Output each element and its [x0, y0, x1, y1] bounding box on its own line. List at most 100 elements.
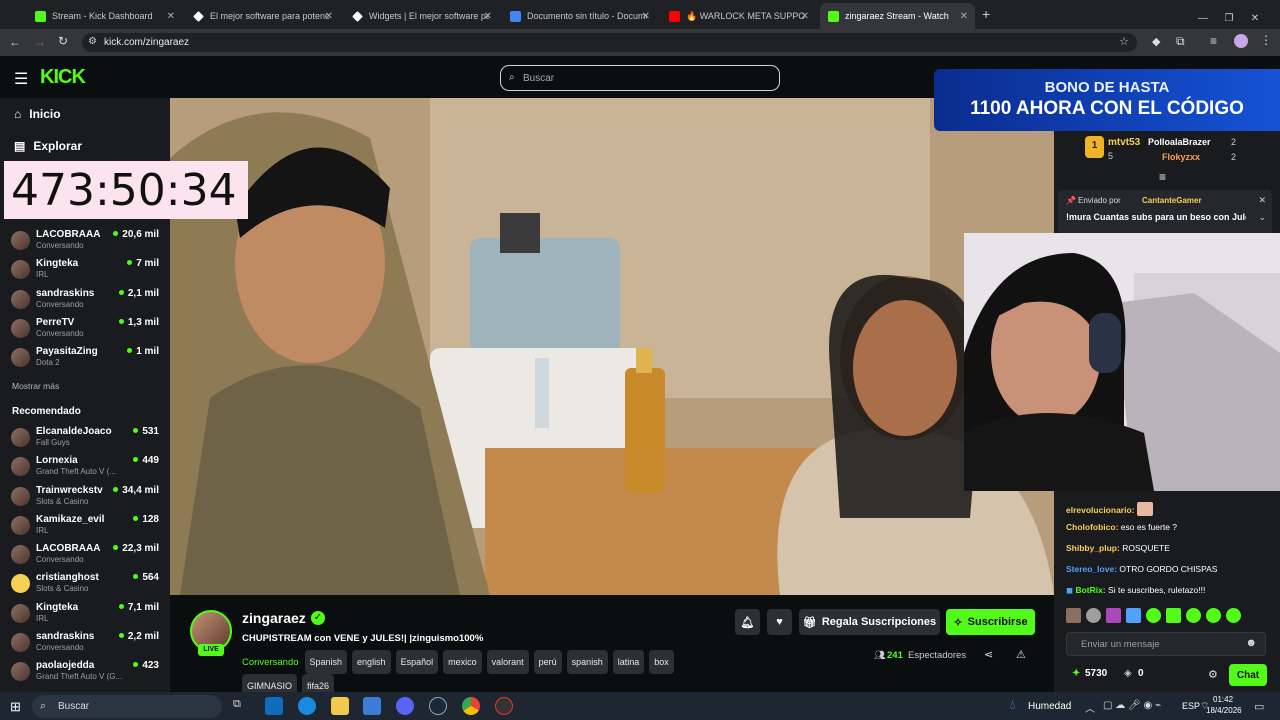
- tag[interactable]: spanish: [566, 650, 608, 674]
- unpin-icon[interactable]: ✕: [1258, 195, 1266, 206]
- maximize-icon[interactable]: ❐: [1216, 13, 1242, 24]
- report-warning-icon[interactable]: ⚠: [1016, 648, 1026, 661]
- kicks-count[interactable]: 0: [1138, 668, 1144, 679]
- tag[interactable]: latina: [612, 650, 645, 674]
- new-tab-icon[interactable]: +: [982, 6, 990, 22]
- sidebar-channel[interactable]: Lornexia Grand Theft Auto V (... 449: [11, 455, 161, 483]
- browser-tab[interactable]: Widgets | El mejor software par ✕: [344, 3, 499, 29]
- category-link[interactable]: Conversando: [242, 657, 299, 668]
- store-app-icon[interactable]: [363, 697, 381, 715]
- task-view-icon[interactable]: ⧉: [233, 698, 241, 711]
- kick-logo[interactable]: KICK: [40, 66, 86, 89]
- edge-app-icon[interactable]: [298, 697, 316, 715]
- top-gifter-name[interactable]: Flokyzxx: [1162, 152, 1200, 162]
- browser-tab[interactable]: Stream - Kick Dashboard ✕: [27, 3, 182, 29]
- close-window-icon[interactable]: ✕: [1242, 13, 1268, 24]
- tag[interactable]: Español: [395, 650, 439, 674]
- media-control-icon[interactable]: ≡: [1210, 34, 1217, 48]
- sidebar-channel[interactable]: Kamikaze_evil IRL 128: [11, 514, 161, 542]
- show-more-link[interactable]: Mostrar más: [12, 381, 59, 391]
- extension-icon[interactable]: ◆: [1152, 35, 1160, 48]
- close-tab-icon[interactable]: ✕: [801, 11, 809, 22]
- extensions-puzzle-icon[interactable]: ⧉: [1176, 34, 1185, 49]
- sidebar-channel[interactable]: LACOBRAAA Conversando 20,6 mil: [11, 229, 161, 257]
- emoji-picker-icon[interactable]: ☻: [1245, 637, 1257, 649]
- obs-app-icon[interactable]: [495, 697, 513, 715]
- back-icon[interactable]: ←: [9, 35, 21, 49]
- emote-icon[interactable]: [1086, 608, 1101, 623]
- language-indicator[interactable]: ESP: [1182, 701, 1200, 711]
- close-tab-icon[interactable]: ✕: [325, 11, 333, 22]
- video-player[interactable]: [170, 98, 1054, 595]
- chat-message-input[interactable]: Enviar un mensaje ☻: [1066, 632, 1266, 656]
- nav-explore[interactable]: ▤ Explorar: [14, 139, 82, 153]
- chat-settings-gear-icon[interactable]: ⚙: [1208, 668, 1218, 681]
- notification-center-icon[interactable]: ▭: [1254, 700, 1264, 713]
- sidebar-channel[interactable]: Kingteka IRL 7,1 mil: [11, 602, 161, 630]
- reload-icon[interactable]: ↻: [58, 34, 68, 48]
- outlook-app-icon[interactable]: [265, 697, 283, 715]
- chevron-down-icon[interactable]: ⌄: [1258, 212, 1266, 223]
- browser-tab[interactable]: El mejor software para potencia ✕: [185, 3, 340, 29]
- system-tray-icons[interactable]: ▢ ☁ 🎤︎ ◉ ⌁: [1103, 700, 1161, 711]
- emote-icon[interactable]: [1126, 608, 1141, 623]
- close-tab-icon[interactable]: ✕: [642, 11, 650, 22]
- tag[interactable]: mexico: [443, 650, 482, 674]
- browser-tab-active[interactable]: zingaraez Stream - Watch L ✕: [820, 3, 975, 29]
- channel-points[interactable]: 5730: [1085, 668, 1107, 679]
- emote-icon[interactable]: [1186, 608, 1201, 623]
- sidebar-channel[interactable]: paolaojedda Grand Theft Auto V (G... 423: [11, 660, 161, 688]
- emote-icon[interactable]: [1166, 608, 1181, 623]
- tag[interactable]: box: [649, 650, 674, 674]
- nav-home[interactable]: ⌂ Inicio: [14, 107, 61, 121]
- discord-app-icon[interactable]: [396, 697, 414, 715]
- forward-icon[interactable]: →: [34, 35, 46, 49]
- hamburger-menu-icon[interactable]: ☰: [14, 69, 28, 89]
- tag[interactable]: Spanish: [304, 650, 348, 674]
- tag[interactable]: perú: [533, 650, 562, 674]
- sidebar-channel[interactable]: LACOBRAAA Conversando 22,3 mil: [11, 543, 161, 571]
- emote-icon[interactable]: [1106, 608, 1121, 623]
- close-tab-icon[interactable]: ✕: [167, 11, 175, 22]
- weather-text[interactable]: Humedad: [1028, 701, 1071, 712]
- bookmark-star-icon[interactable]: ☆: [1119, 35, 1129, 48]
- pinned-message[interactable]: 📌 Enviado por CantanteGamer !mura Cuanta…: [1058, 190, 1272, 236]
- top-gifter-name[interactable]: PolloalaBrazer: [1148, 137, 1211, 147]
- taskbar-search[interactable]: ⌕ Buscar: [32, 695, 222, 718]
- share-icon[interactable]: ⋖: [984, 648, 993, 661]
- chevron-up-icon[interactable]: ︿: [1085, 700, 1095, 715]
- address-bar[interactable]: ⚙ kick.com/zingaraez ☆: [82, 33, 1137, 52]
- browser-menu-icon[interactable]: ⋮: [1260, 33, 1272, 47]
- sidebar-channel[interactable]: ElcanaldeJoaco Fall Guys 531: [11, 426, 161, 454]
- sidebar-channel[interactable]: PayasitaZing Dota 21 mil: [11, 346, 161, 374]
- top-gifter-name[interactable]: mtvt53: [1108, 137, 1140, 148]
- windows-start-icon[interactable]: ⊞: [10, 699, 21, 715]
- file-explorer-icon[interactable]: [331, 697, 349, 715]
- sidebar-channel[interactable]: PerreTV Conversando 1,3 mil: [11, 317, 161, 345]
- steam-app-icon[interactable]: [429, 697, 447, 715]
- emote-icon[interactable]: [1226, 608, 1241, 623]
- sidebar-channel[interactable]: Trainwreckstv Slots & Casino 34,4 mil: [11, 485, 161, 513]
- minimize-icon[interactable]: —: [1190, 13, 1216, 24]
- close-tab-icon[interactable]: ✕: [960, 11, 968, 22]
- sidebar-channel[interactable]: cristianghost Slots & Casino 564: [11, 572, 161, 600]
- subscribe-button[interactable]: ✧ Suscribirse: [946, 609, 1035, 635]
- tag[interactable]: english: [352, 650, 391, 674]
- tag[interactable]: valorant: [486, 650, 529, 674]
- search-input[interactable]: ⌕ Buscar: [500, 65, 780, 91]
- sidebar-channel[interactable]: Kingteka IRL 7 mil: [11, 258, 161, 286]
- profile-avatar[interactable]: [1234, 34, 1248, 48]
- send-chat-button[interactable]: Chat: [1229, 664, 1267, 686]
- clock-date[interactable]: 18/4/2026: [1206, 706, 1242, 715]
- sidebar-channel[interactable]: sandraskins Conversando 2,2 mil: [11, 631, 161, 659]
- gift-subs-button[interactable]: 🎁︎ Regala Suscripciones: [799, 609, 940, 635]
- notification-bell-icon[interactable]: 🔔︎: [735, 609, 760, 635]
- emote-icon[interactable]: [1206, 608, 1221, 623]
- chrome-app-icon[interactable]: [462, 697, 480, 715]
- browser-tab[interactable]: 🔥 WARLOCK META SUPPORT ·✕: [661, 3, 816, 29]
- clock-time[interactable]: 01:42: [1213, 695, 1233, 704]
- channel-name[interactable]: zingaraez: [242, 610, 306, 626]
- emote-icon[interactable]: [1066, 608, 1081, 623]
- browser-tab[interactable]: Documento sin título - Docume ✕: [502, 3, 657, 29]
- close-tab-icon[interactable]: ✕: [484, 11, 492, 22]
